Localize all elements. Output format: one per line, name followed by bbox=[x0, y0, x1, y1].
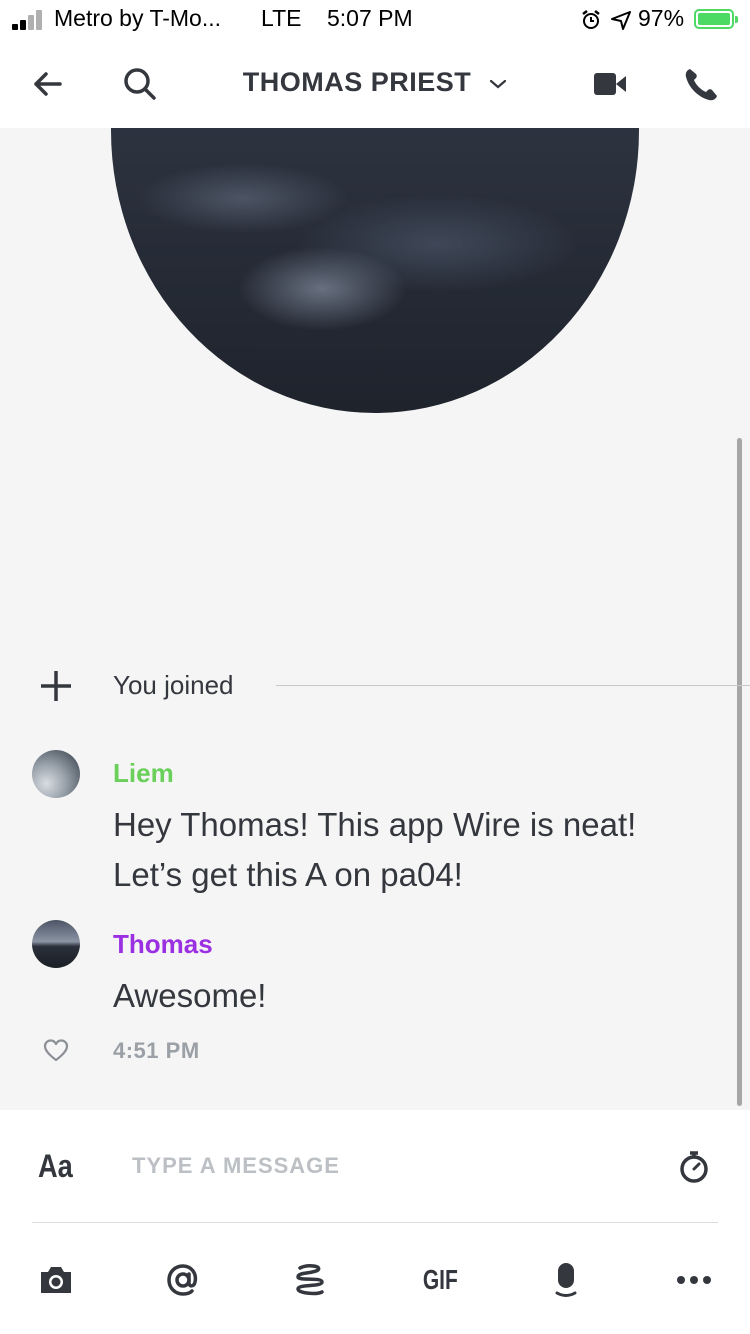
phone-icon[interactable] bbox=[680, 62, 724, 106]
location-icon bbox=[611, 11, 631, 30]
system-message: You joined bbox=[113, 670, 234, 700]
conversation-cover-image bbox=[111, 128, 639, 413]
divider bbox=[32, 1222, 718, 1223]
divider bbox=[276, 685, 750, 686]
sketch-button[interactable] bbox=[290, 1260, 330, 1300]
carrier-name: Metro by T-Mo... bbox=[54, 5, 222, 31]
conversation-title: THOMAS PRIEST bbox=[242, 67, 472, 97]
microphone-icon bbox=[555, 1263, 577, 1297]
battery-percent: 97% bbox=[638, 5, 685, 31]
text-format-button[interactable]: Aa bbox=[38, 1148, 73, 1185]
sender-name[interactable]: Liem bbox=[113, 758, 174, 789]
avatar[interactable] bbox=[32, 750, 80, 798]
message-composer: Aa GIF bbox=[0, 1110, 750, 1334]
status-bar: Metro by T-Mo... LTE 5:07 PM 97% bbox=[0, 0, 750, 40]
status-time: 5:07 PM bbox=[327, 5, 413, 31]
conversation-header: THOMAS PRIEST bbox=[0, 40, 750, 128]
mention-button[interactable] bbox=[163, 1260, 203, 1300]
video-camera-icon[interactable] bbox=[588, 62, 632, 106]
message-input[interactable] bbox=[130, 1140, 654, 1192]
message-timestamp: 4:51 PM bbox=[113, 1038, 200, 1063]
battery-icon bbox=[694, 9, 738, 29]
more-icon bbox=[677, 1276, 711, 1284]
mention-icon bbox=[167, 1264, 198, 1296]
network-type: LTE bbox=[261, 5, 302, 31]
scrollbar[interactable] bbox=[737, 438, 742, 1106]
gif-button[interactable]: GIF bbox=[418, 1260, 462, 1300]
gif-icon: GIF bbox=[422, 1264, 458, 1295]
alarm-icon bbox=[582, 10, 600, 29]
message-text: Hey Thomas! This app Wire is neat! Let’s… bbox=[113, 806, 637, 893]
conversation-title-button[interactable]: THOMAS PRIEST bbox=[0, 67, 750, 98]
timer-icon[interactable] bbox=[678, 1150, 710, 1184]
more-button[interactable] bbox=[674, 1260, 714, 1300]
camera-icon bbox=[41, 1267, 71, 1293]
signal-icon bbox=[12, 10, 48, 30]
sender-name[interactable]: Thomas bbox=[113, 929, 213, 960]
sketch-icon bbox=[296, 1264, 324, 1296]
audio-message-button[interactable] bbox=[546, 1260, 586, 1300]
message-list[interactable] bbox=[0, 128, 750, 1110]
plus-icon bbox=[41, 671, 71, 701]
camera-button[interactable] bbox=[36, 1260, 76, 1300]
avatar[interactable] bbox=[32, 920, 80, 968]
message-text: Awesome! bbox=[113, 977, 267, 1014]
chevron-down-icon bbox=[490, 79, 507, 89]
heart-icon[interactable] bbox=[42, 1037, 70, 1063]
